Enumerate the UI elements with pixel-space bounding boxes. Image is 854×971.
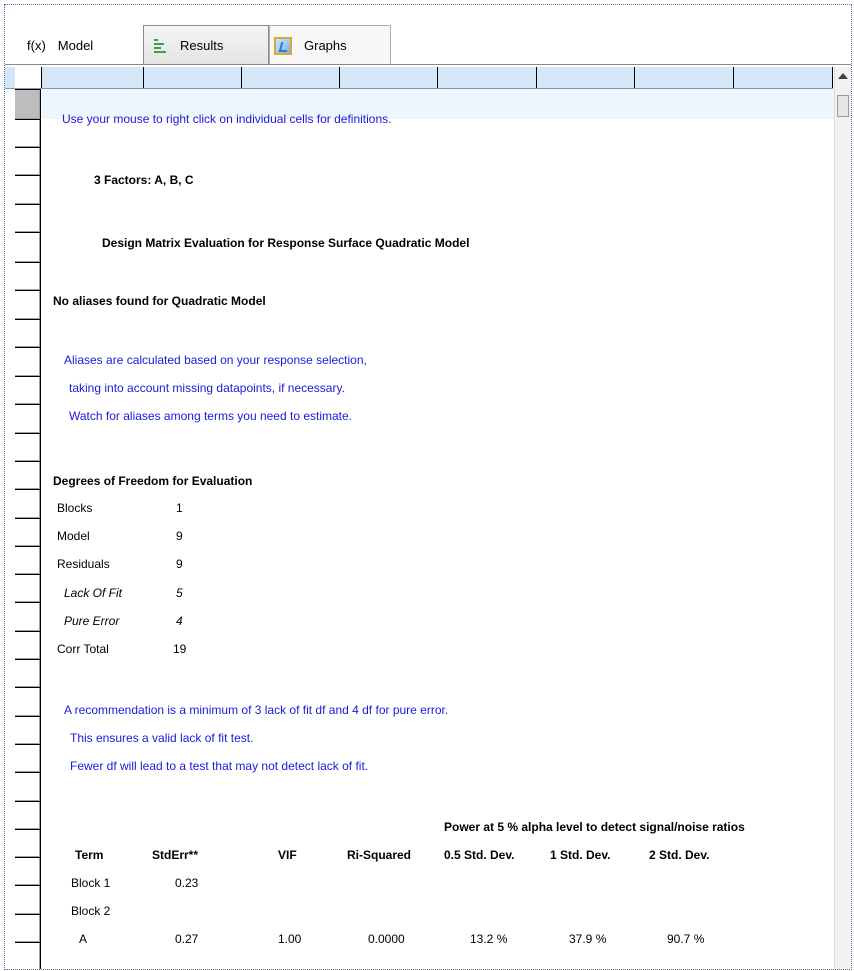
table-header-ri-squared: Ri-Squared — [347, 848, 412, 862]
column-header[interactable] — [438, 67, 537, 88]
recommendation-note: This ensures a valid lack of fit test. — [70, 731, 254, 745]
row-header[interactable] — [15, 89, 41, 119]
row-header[interactable] — [15, 574, 41, 602]
column-header[interactable] — [144, 67, 242, 88]
table-header-stderr: StdErr** — [152, 848, 199, 862]
table-cell-ri-squared: 0.0000 — [368, 932, 405, 946]
dof-value: 9 — [176, 529, 183, 543]
row-header[interactable] — [15, 829, 41, 857]
row-header[interactable] — [15, 716, 41, 744]
table-cell-half-sd: 13.2 % — [470, 932, 508, 946]
dof-label: Model — [57, 529, 90, 543]
recommendation-note: A recommendation is a minimum of 3 lack … — [64, 703, 449, 717]
row-header[interactable] — [15, 232, 41, 262]
power-header: Power at 5 % alpha level to detect signa… — [444, 820, 745, 834]
results-window: f(x) Model Results Graphs Use your mouse… — [4, 4, 852, 970]
row-header[interactable] — [15, 376, 41, 404]
view-tab-bar: f(x) Model Results Graphs — [5, 5, 851, 67]
dof-label: Pure Error — [64, 614, 120, 628]
row-header[interactable] — [15, 204, 41, 232]
row-header[interactable] — [15, 147, 41, 175]
column-header-row — [5, 67, 833, 89]
table-cell-term: Block 2 — [71, 904, 111, 918]
no-aliases-heading: No aliases found for Quadratic Model — [53, 294, 266, 308]
column-header[interactable] — [537, 67, 635, 88]
page-title: Design Matrix Evaluation for Response Su… — [102, 236, 470, 250]
row-header[interactable] — [15, 262, 41, 290]
row-header[interactable] — [15, 659, 41, 687]
row-header[interactable] — [15, 942, 41, 969]
scrollbar-thumb[interactable] — [837, 95, 849, 117]
tab-graphs[interactable]: Graphs — [269, 25, 391, 65]
dof-value: 9 — [176, 557, 183, 571]
row-header[interactable] — [15, 489, 41, 518]
table-header-one-sd: 1 Std. Dev. — [550, 848, 611, 862]
tab-baseline — [5, 64, 851, 65]
dof-label: Residuals — [57, 557, 110, 571]
dof-heading: Degrees of Freedom for Evaluation — [53, 474, 253, 488]
tab-graphs-label: Graphs — [304, 38, 347, 53]
results-content: Use your mouse to right click on individ… — [42, 89, 836, 969]
table-cell-vif: 1.00 — [278, 932, 302, 946]
tab-results-label: Results — [180, 38, 224, 53]
row-header[interactable] — [15, 119, 41, 147]
table-header-half-sd: 0.5 Std. Dev. — [444, 848, 515, 862]
table-header-term: Term — [75, 848, 104, 862]
row-header[interactable] — [15, 404, 41, 433]
row-header[interactable] — [15, 744, 41, 772]
row-header[interactable] — [15, 546, 41, 574]
column-header[interactable] — [635, 67, 734, 88]
row-header[interactable] — [15, 801, 41, 829]
row-header[interactable] — [15, 518, 41, 546]
dof-label: Corr Total — [57, 642, 109, 656]
row-header[interactable] — [15, 347, 41, 376]
table-header-two-sd: 2 Std. Dev. — [649, 848, 710, 862]
dof-value: 19 — [173, 642, 187, 656]
row-header[interactable] — [15, 772, 41, 801]
row-header[interactable] — [15, 290, 41, 319]
row-header[interactable] — [15, 687, 41, 716]
grid-corner[interactable] — [15, 67, 42, 88]
function-icon: f(x) — [27, 37, 46, 53]
row-header[interactable] — [15, 602, 41, 631]
table-cell-stderr: 0.27 — [175, 932, 199, 946]
table-cell-term: Block 1 — [71, 876, 111, 890]
alias-note: Watch for aliases among terms you need t… — [69, 409, 353, 423]
results-list-icon — [152, 38, 168, 54]
tab-results[interactable]: Results — [143, 25, 269, 65]
table-cell-stderr: 0.23 — [175, 876, 199, 890]
row-header[interactable] — [15, 885, 41, 914]
row-header[interactable] — [15, 433, 41, 461]
row-header[interactable] — [15, 319, 41, 347]
table-cell-two-sd: 90.7 % — [667, 932, 705, 946]
table-cell-term: A — [79, 932, 88, 946]
column-header[interactable] — [734, 67, 833, 88]
vertical-scrollbar[interactable] — [834, 67, 851, 969]
alias-note: Aliases are calculated based on your res… — [64, 353, 367, 367]
row-header-column — [15, 89, 41, 969]
scroll-up-arrow-icon[interactable] — [838, 73, 848, 79]
row-header[interactable] — [15, 857, 41, 885]
graph-icon — [274, 36, 292, 55]
hint-text: Use your mouse to right click on individ… — [62, 112, 392, 126]
dof-label: Lack Of Fit — [64, 586, 123, 600]
row-header[interactable] — [15, 461, 41, 489]
alias-note: taking into account missing datapoints, … — [69, 381, 345, 395]
row-header[interactable] — [15, 914, 41, 942]
row-header[interactable] — [15, 631, 41, 659]
dof-label: Blocks — [57, 501, 93, 515]
dof-value: 5 — [176, 586, 183, 600]
factors-heading: 3 Factors: A, B, C — [94, 173, 194, 187]
recommendation-note: Fewer df will lead to a test that may no… — [70, 759, 369, 773]
dof-value: 1 — [176, 501, 183, 515]
row-header[interactable] — [15, 175, 41, 204]
column-header[interactable] — [42, 67, 144, 88]
column-header[interactable] — [340, 67, 438, 88]
tab-model-label: Model — [57, 37, 94, 53]
table-header-vif: VIF — [278, 848, 297, 862]
dof-value: 4 — [176, 614, 183, 628]
column-header[interactable] — [242, 67, 340, 88]
tab-model[interactable]: f(x) Model — [17, 25, 145, 65]
table-cell-one-sd: 37.9 % — [569, 932, 607, 946]
